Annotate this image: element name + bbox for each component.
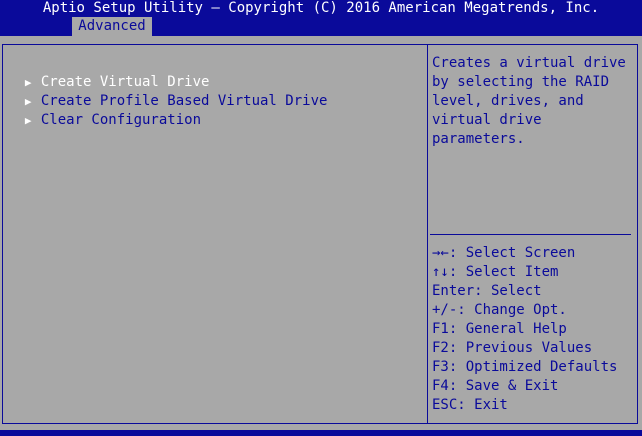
key-hint-select-screen: →←: Select Screen (432, 245, 576, 261)
tab-advanced[interactable]: Advanced (72, 17, 152, 36)
menu-item-clear-configuration[interactable]: ▶ Clear Configuration (8, 92, 201, 128)
key-hint-esc-exit: ESC: Exit (432, 397, 508, 413)
help-divider (430, 234, 631, 235)
help-text-line: level, drives, and (432, 93, 584, 109)
submenu-arrow-icon: ▶ (24, 114, 32, 127)
bottom-bar (0, 430, 642, 436)
help-text-line: parameters. (432, 131, 525, 147)
key-hint-enter: Enter: Select (432, 283, 542, 299)
help-text-line: Creates a virtual drive (432, 55, 626, 71)
menu-item-label: Clear Configuration (40, 112, 202, 128)
app-title: Aptio Setup Utility – Copyright (C) 2016… (42, 0, 600, 16)
key-hint-select-item: ↑↓: Select Item (432, 264, 559, 280)
menu-item-create-virtual-drive[interactable]: ▶ Create Virtual Drive (8, 54, 210, 90)
help-text-line: by selecting the RAID (432, 74, 610, 90)
menu-item-create-profile-based-virtual-drive[interactable]: ▶ Create Profile Based Virtual Drive (8, 73, 328, 109)
key-hint-general-help: F1: General Help (432, 321, 567, 337)
key-hint-save-exit: F4: Save & Exit (432, 378, 559, 394)
help-text-line: virtual drive (432, 112, 542, 128)
panel-divider (427, 44, 428, 424)
key-hint-optimized-defaults: F3: Optimized Defaults (432, 359, 618, 375)
key-hint-change-opt: +/-: Change Opt. (432, 302, 567, 318)
key-hint-previous-values: F2: Previous Values (432, 340, 593, 356)
